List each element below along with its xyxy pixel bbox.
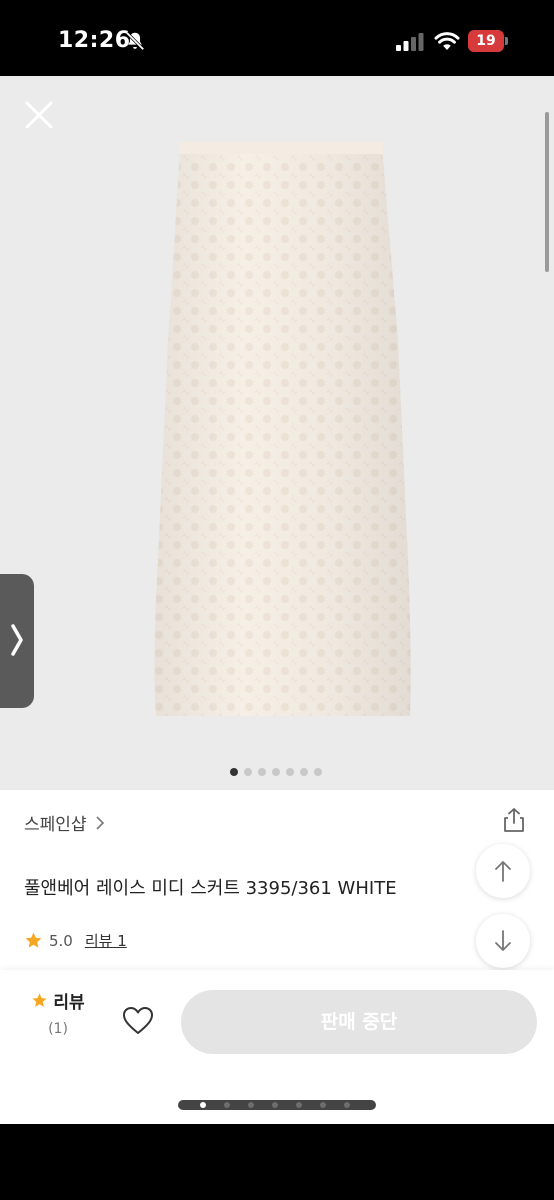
review-summary-top: 리뷰 — [28, 988, 88, 1013]
arrow-up-icon — [495, 861, 511, 882]
pager-dot — [248, 1102, 254, 1108]
pager-dot — [296, 1102, 302, 1108]
heart-icon[interactable] — [122, 1006, 154, 1036]
signal-icon — [396, 33, 424, 51]
gallery-dot — [244, 768, 252, 776]
battery-indicator: 19 — [468, 30, 508, 52]
close-icon[interactable] — [22, 98, 56, 132]
review-link[interactable]: 리뷰 1 — [85, 930, 127, 951]
product-screen: 스페인샵 풀앤베어 레이스 미디 스커트 3395/361 WHITE 5.0 — [0, 76, 554, 1124]
scroll-up-button[interactable] — [476, 844, 530, 898]
sale-stopped-button[interactable]: 판매 중단 — [181, 990, 537, 1054]
star-icon — [25, 932, 42, 948]
pager-dot — [200, 1102, 206, 1108]
battery-cap — [505, 37, 508, 45]
gallery-dot — [314, 768, 322, 776]
bell-slash-icon — [125, 31, 145, 51]
product-title: 풀앤베어 레이스 미디 스커트 3395/361 WHITE — [24, 878, 397, 899]
gallery-dot — [258, 768, 266, 776]
pager-dot — [344, 1102, 350, 1108]
review-label: 리뷰 — [53, 993, 85, 1013]
gallery-page-dots — [230, 768, 322, 778]
review-summary[interactable]: 리뷰 (1) — [28, 988, 88, 1037]
pager-dot — [272, 1102, 278, 1108]
pager-dot — [224, 1102, 230, 1108]
share-icon[interactable] — [500, 806, 528, 834]
status-time: 12:26 — [58, 28, 131, 53]
gallery-dot — [300, 768, 308, 776]
pager-dot — [320, 1102, 326, 1108]
chevron-right-icon — [11, 624, 23, 656]
product-image-skirt — [154, 142, 411, 716]
bottom-pager-indicator — [178, 1100, 376, 1110]
gallery-dot — [272, 768, 280, 776]
rating-value: 5.0 — [49, 931, 73, 950]
scroll-down-button[interactable] — [476, 914, 530, 968]
bottom-action-bar: 리뷰 (1) 판매 중단 — [0, 970, 554, 1124]
scroll-indicator — [545, 112, 549, 272]
product-image-gallery[interactable] — [0, 76, 554, 790]
arrow-down-icon — [495, 930, 511, 951]
gallery-dot — [230, 768, 238, 776]
gallery-dot — [286, 768, 294, 776]
chevron-right-icon — [95, 815, 104, 830]
star-icon — [32, 993, 47, 1007]
shop-name: 스페인샵 — [24, 815, 87, 835]
wifi-icon — [434, 32, 460, 50]
status-bar: 12:26 19 — [0, 0, 554, 76]
rating-row: 5.0 리뷰 1 — [24, 930, 127, 951]
battery-level: 19 — [476, 33, 496, 49]
bottom-black-bar — [0, 1124, 554, 1200]
review-count: (1) — [48, 1021, 68, 1037]
shop-link[interactable]: 스페인샵 — [24, 810, 105, 835]
side-drawer-tab[interactable] — [0, 574, 34, 708]
